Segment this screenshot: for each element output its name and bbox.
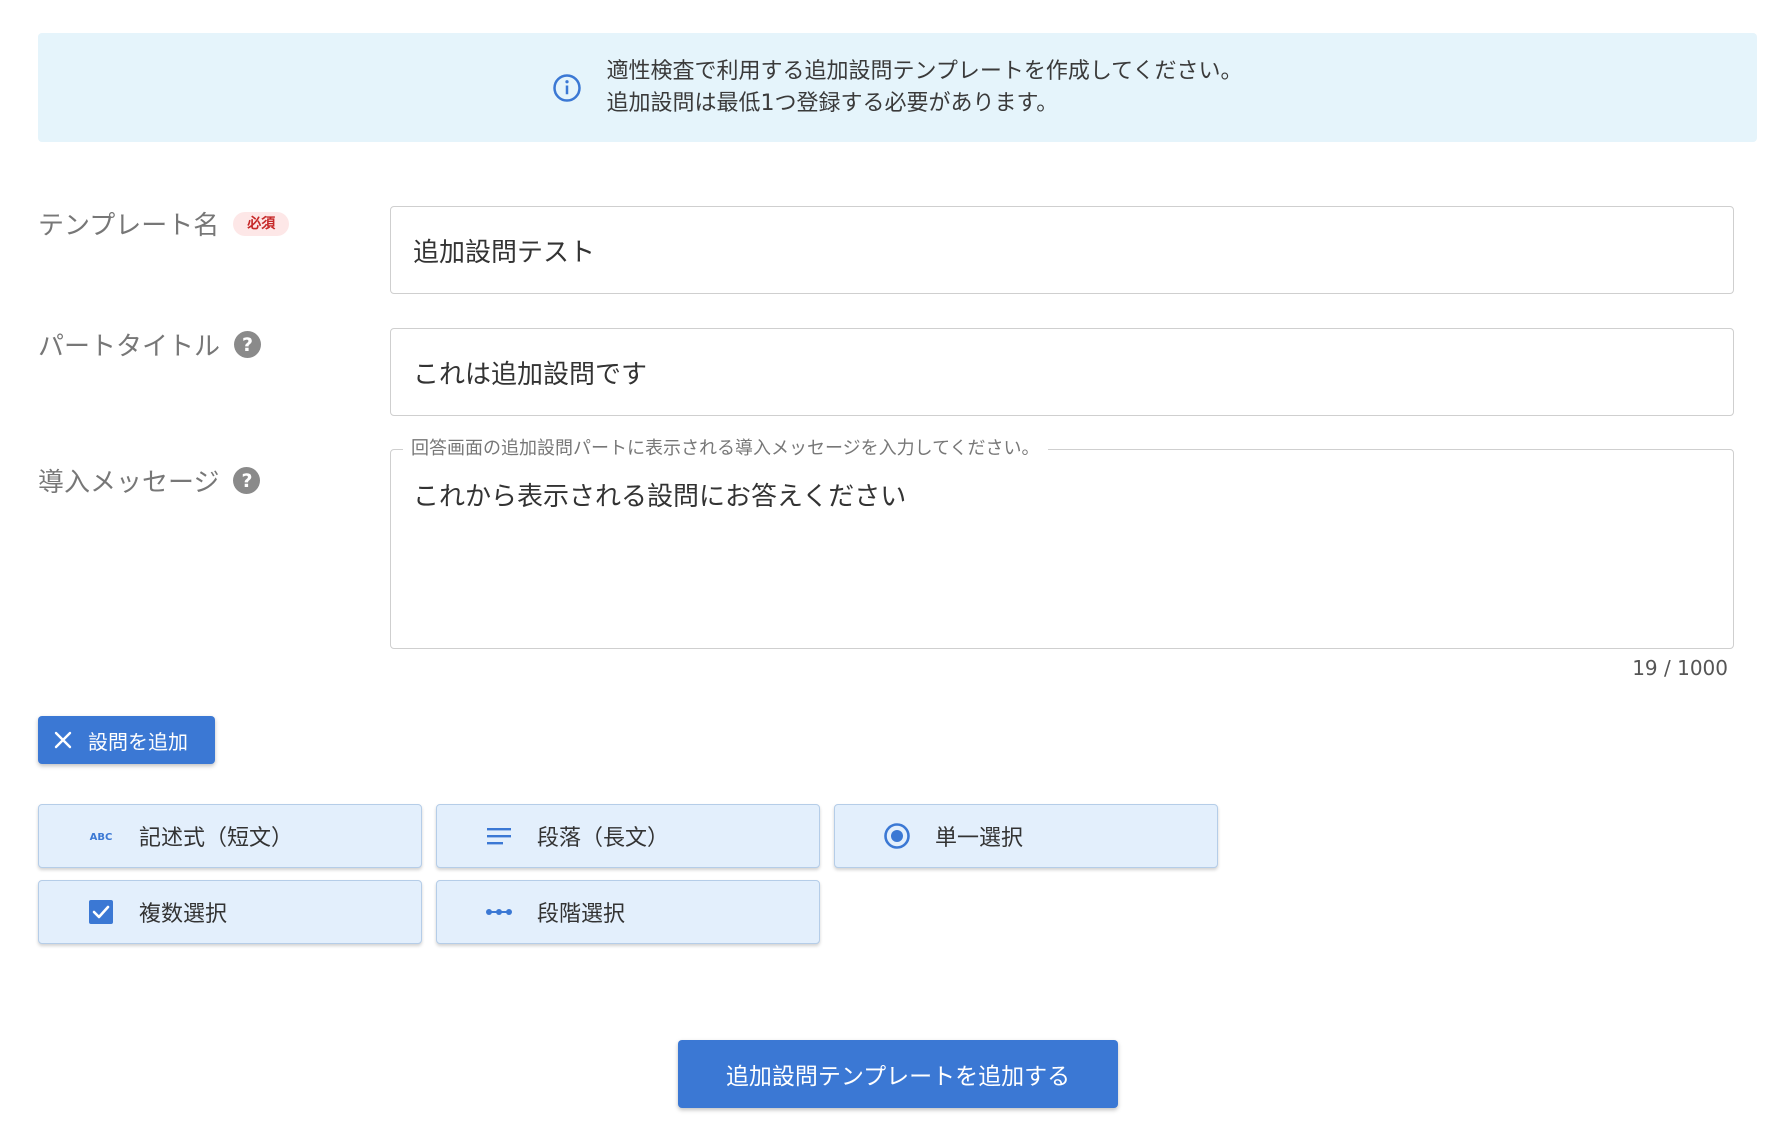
template-name-label-text: テンプレート名 — [38, 211, 220, 241]
help-icon[interactable]: ? — [234, 331, 262, 358]
abc-icon: ABC — [87, 822, 115, 850]
question-type-linear-scale-button[interactable]: 段階選択 — [436, 880, 820, 944]
linear-scale-icon — [485, 898, 513, 926]
question-type-label: 単一選択 — [935, 826, 1024, 851]
template-name-input[interactable] — [390, 206, 1734, 294]
info-icon — [553, 73, 582, 102]
question-type-label: 段落（長文） — [537, 826, 670, 851]
char-counter: 19 / 1000 — [1632, 656, 1728, 680]
intro-message-label: 導入メッセージ ? — [38, 462, 261, 499]
add-question-button[interactable]: 設問を追加 — [38, 716, 215, 764]
question-type-label: 記述式（短文） — [139, 826, 294, 851]
question-type-paragraph-button[interactable]: 段落（長文） — [436, 804, 820, 868]
question-type-single-choice-button[interactable]: 単一選択 — [834, 804, 1218, 868]
close-icon — [54, 731, 72, 749]
question-type-multiple-choice-button[interactable]: 複数選択 — [38, 880, 422, 944]
intro-message-label-text: 導入メッセージ — [38, 468, 220, 498]
svg-text:ABC: ABC — [90, 832, 113, 843]
info-line-2: 追加設問は最低1つ登録する必要があります。 — [606, 90, 1059, 116]
submit-template-button[interactable]: 追加設問テンプレートを追加する — [678, 1040, 1118, 1108]
info-text: 適性検査で利用する追加設問テンプレートを作成してください。 追加設問は最低1つ登… — [606, 56, 1242, 120]
add-question-label: 設問を追加 — [88, 729, 188, 754]
radio-button-icon — [883, 822, 911, 850]
info-banner-content: 適性検査で利用する追加設問テンプレートを作成してください。 追加設問は最低1つ登… — [552, 56, 1243, 120]
question-type-label: 複数選択 — [139, 902, 228, 927]
page: 適性検査で利用する追加設問テンプレートを作成してください。 追加設問は最低1つ登… — [0, 0, 1780, 1124]
info-banner: 適性検査で利用する追加設問テンプレートを作成してください。 追加設問は最低1つ登… — [38, 33, 1757, 142]
info-line-1: 適性検査で利用する追加設問テンプレートを作成してください。 — [606, 58, 1243, 84]
part-title-input[interactable] — [390, 328, 1734, 416]
question-type-label: 段階選択 — [537, 902, 626, 927]
intro-message-textarea[interactable]: これから表示される設問にお答えください — [391, 450, 1733, 648]
part-title-label-text: パートタイトル — [38, 332, 221, 362]
template-name-label: テンプレート名 必須 — [38, 205, 290, 242]
part-title-label: パートタイトル ? — [38, 326, 262, 363]
required-badge: 必須 — [233, 211, 290, 236]
help-icon[interactable]: ? — [233, 467, 261, 494]
intro-message-field: これから表示される設問にお答えください 回答画面の追加設問パートに表示される導入… — [390, 438, 1734, 649]
paragraph-lines-icon — [485, 822, 513, 850]
intro-message-legend: 回答画面の追加設問パートに表示される導入メッセージを入力してください。 — [403, 438, 1048, 460]
checkbox-icon — [87, 898, 115, 926]
question-type-short-text-button[interactable]: ABC 記述式（短文） — [38, 804, 422, 868]
